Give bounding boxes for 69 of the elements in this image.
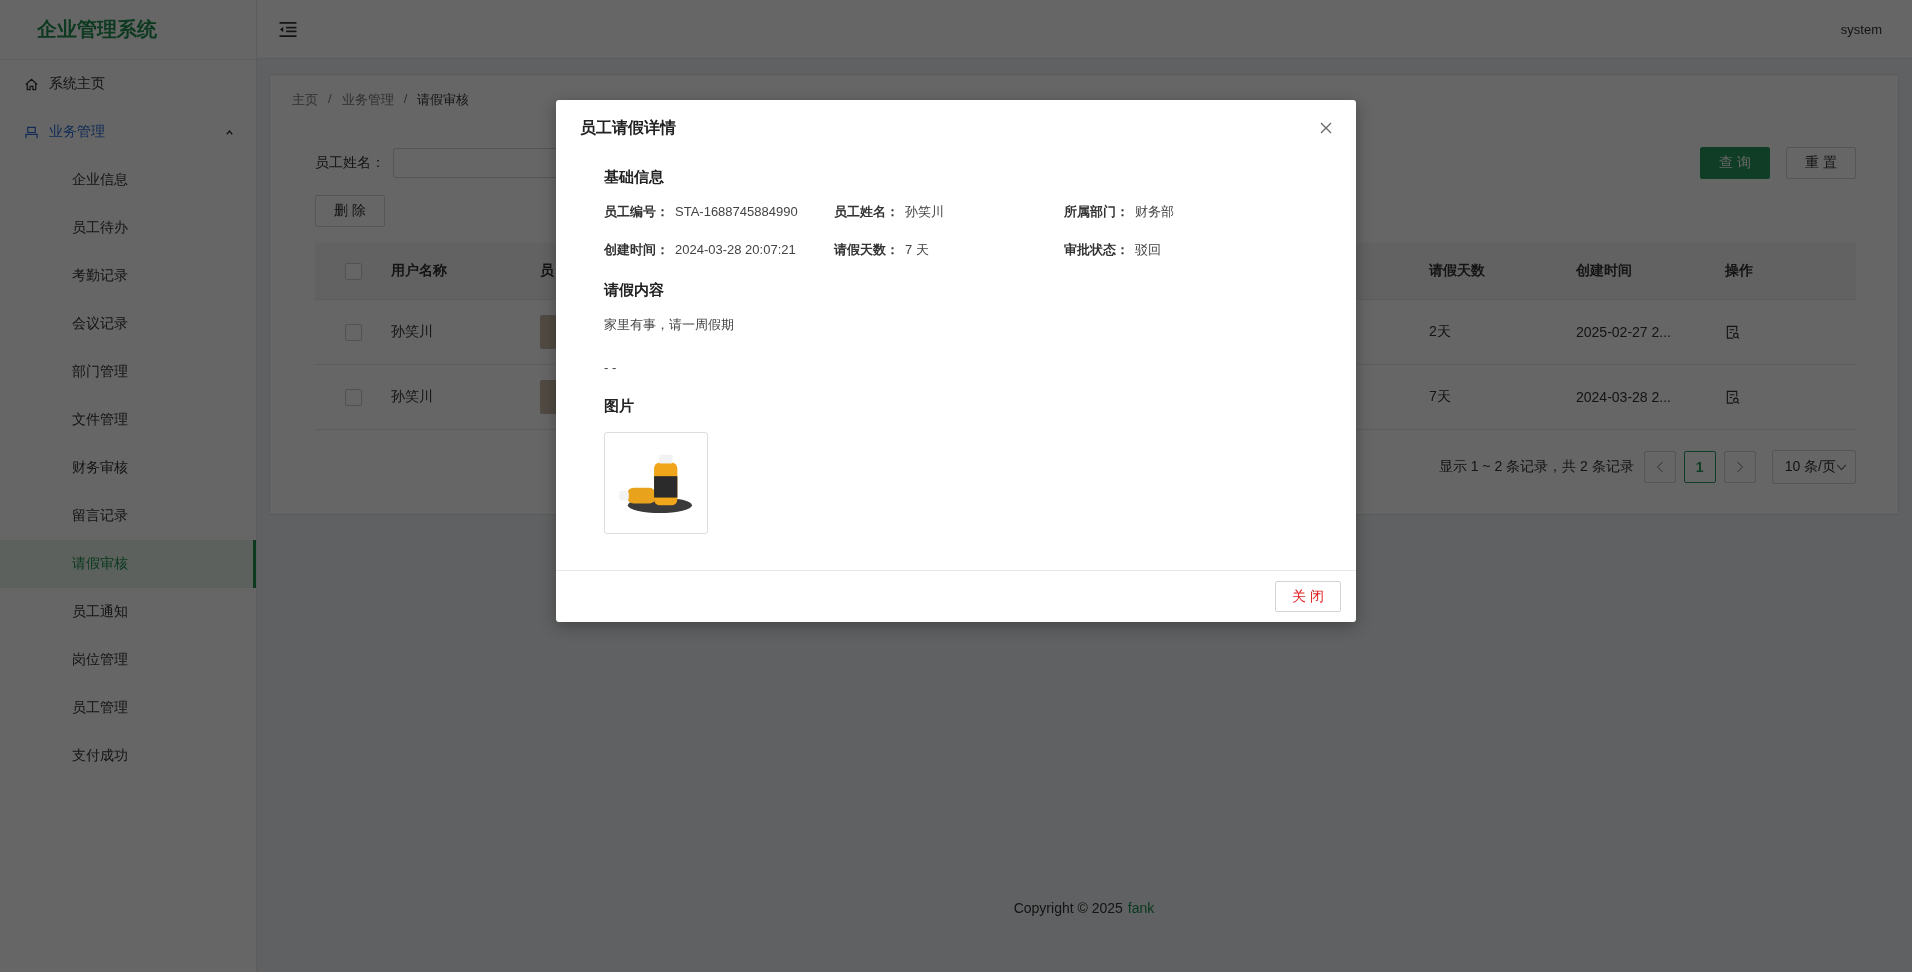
sidebar-item[interactable]: 请假审核	[0, 540, 256, 588]
breadcrumb-current: 请假审核	[417, 91, 470, 109]
caret-icon	[225, 127, 234, 137]
column-header: 员	[540, 262, 554, 280]
sidebar-item[interactable]: 财务审核	[0, 444, 256, 492]
sidebar-item[interactable]: 企业信息	[0, 156, 256, 204]
copyright-text: Copyright © 2025	[1013, 900, 1123, 918]
chevron-down-icon	[1836, 463, 1847, 471]
close-icon[interactable]	[1320, 122, 1332, 134]
chevron-right-icon	[1735, 461, 1744, 473]
page-button[interactable]: 1	[1683, 451, 1716, 483]
table-cell: 7天	[1429, 388, 1451, 406]
sidebar-item[interactable]: 员工待办	[0, 204, 256, 252]
chevron-left-icon	[1655, 461, 1664, 473]
section-heading: 请假内容	[604, 281, 665, 300]
field-value: 孙笑川	[905, 204, 944, 219]
section-heading: 基础信息	[604, 168, 665, 187]
sidebar-item[interactable]: 会议记录	[0, 300, 256, 348]
field-label: 员工姓名：	[315, 154, 385, 172]
field-label: 员工姓名：	[834, 204, 899, 219]
field-label: 审批状态：	[1064, 242, 1129, 257]
page-size-select[interactable]: 10 条/页	[1771, 450, 1856, 484]
sidebar-item[interactable]: 考勤记录	[0, 252, 256, 300]
field-label: 员工编号：	[604, 204, 669, 219]
column-header: 创建时间	[1576, 262, 1632, 280]
app-title: 企业管理系统	[0, 0, 256, 60]
sidebar-item[interactable]: 文件管理	[0, 396, 256, 444]
user-name[interactable]: system	[1840, 21, 1882, 37]
sidebar-item[interactable]: 留言记录	[0, 492, 256, 540]
breadcrumb-separator: /	[328, 91, 332, 108]
column-header: 请假天数	[1429, 262, 1485, 280]
breadcrumb-separator: /	[403, 91, 408, 108]
pagination-summary: 显示 1 ~ 2 条记录，共 2 条记录	[1438, 458, 1634, 476]
sidebar-group[interactable]: 业务管理	[0, 108, 256, 156]
image-thumbnail[interactable]	[604, 432, 708, 534]
sidebar-item[interactable]: 系统主页	[0, 60, 256, 108]
field-label: 所属部门：	[1064, 204, 1129, 219]
sidebar-item[interactable]: 员工通知	[0, 588, 256, 636]
column-header: 用户名称	[391, 262, 447, 280]
leave-content-text: 家里有事，请一周假期	[604, 316, 735, 334]
sidebar-item[interactable]: 支付成功	[0, 732, 256, 780]
query-button[interactable]: 查 询	[1700, 147, 1771, 179]
column-header: 操作	[1725, 262, 1753, 280]
view-document-icon[interactable]	[1725, 324, 1740, 340]
field-value: 7 天	[905, 242, 929, 257]
field-value: 财务部	[1135, 204, 1174, 219]
author-link[interactable]: fank	[1127, 900, 1155, 972]
table-cell: 2025-02-27 2...	[1576, 324, 1671, 340]
table-cell: 2024-03-28 2...	[1576, 389, 1671, 405]
sidebar-item[interactable]: 部门管理	[0, 348, 256, 396]
reset-button[interactable]: 重 置	[1786, 147, 1856, 179]
field-value: STA-1688745884990	[675, 204, 798, 219]
field-label: 创建时间：	[604, 242, 669, 257]
menu-icon[interactable]	[278, 20, 298, 38]
section-heading: 图片	[604, 397, 635, 416]
dialog-title: 员工请假详情	[580, 117, 676, 138]
delete-button[interactable]: 删 除	[315, 195, 385, 227]
home-icon	[24, 76, 39, 92]
table-cell: 孙笑川	[391, 323, 433, 341]
field-label: 请假天数：	[834, 242, 899, 257]
sidebar-item[interactable]: 员工管理	[0, 684, 256, 732]
sidebar-item[interactable]: 岗位管理	[0, 636, 256, 684]
leave-content-text: - -	[604, 360, 618, 375]
table-cell: 孙笑川	[391, 388, 433, 406]
field-value: 驳回	[1135, 242, 1161, 257]
table-cell: 2天	[1429, 323, 1451, 341]
view-document-icon[interactable]	[1725, 389, 1740, 405]
close-button[interactable]: 关 闭	[1275, 581, 1341, 612]
field-value: 2024-03-28 20:07:21	[675, 242, 796, 257]
